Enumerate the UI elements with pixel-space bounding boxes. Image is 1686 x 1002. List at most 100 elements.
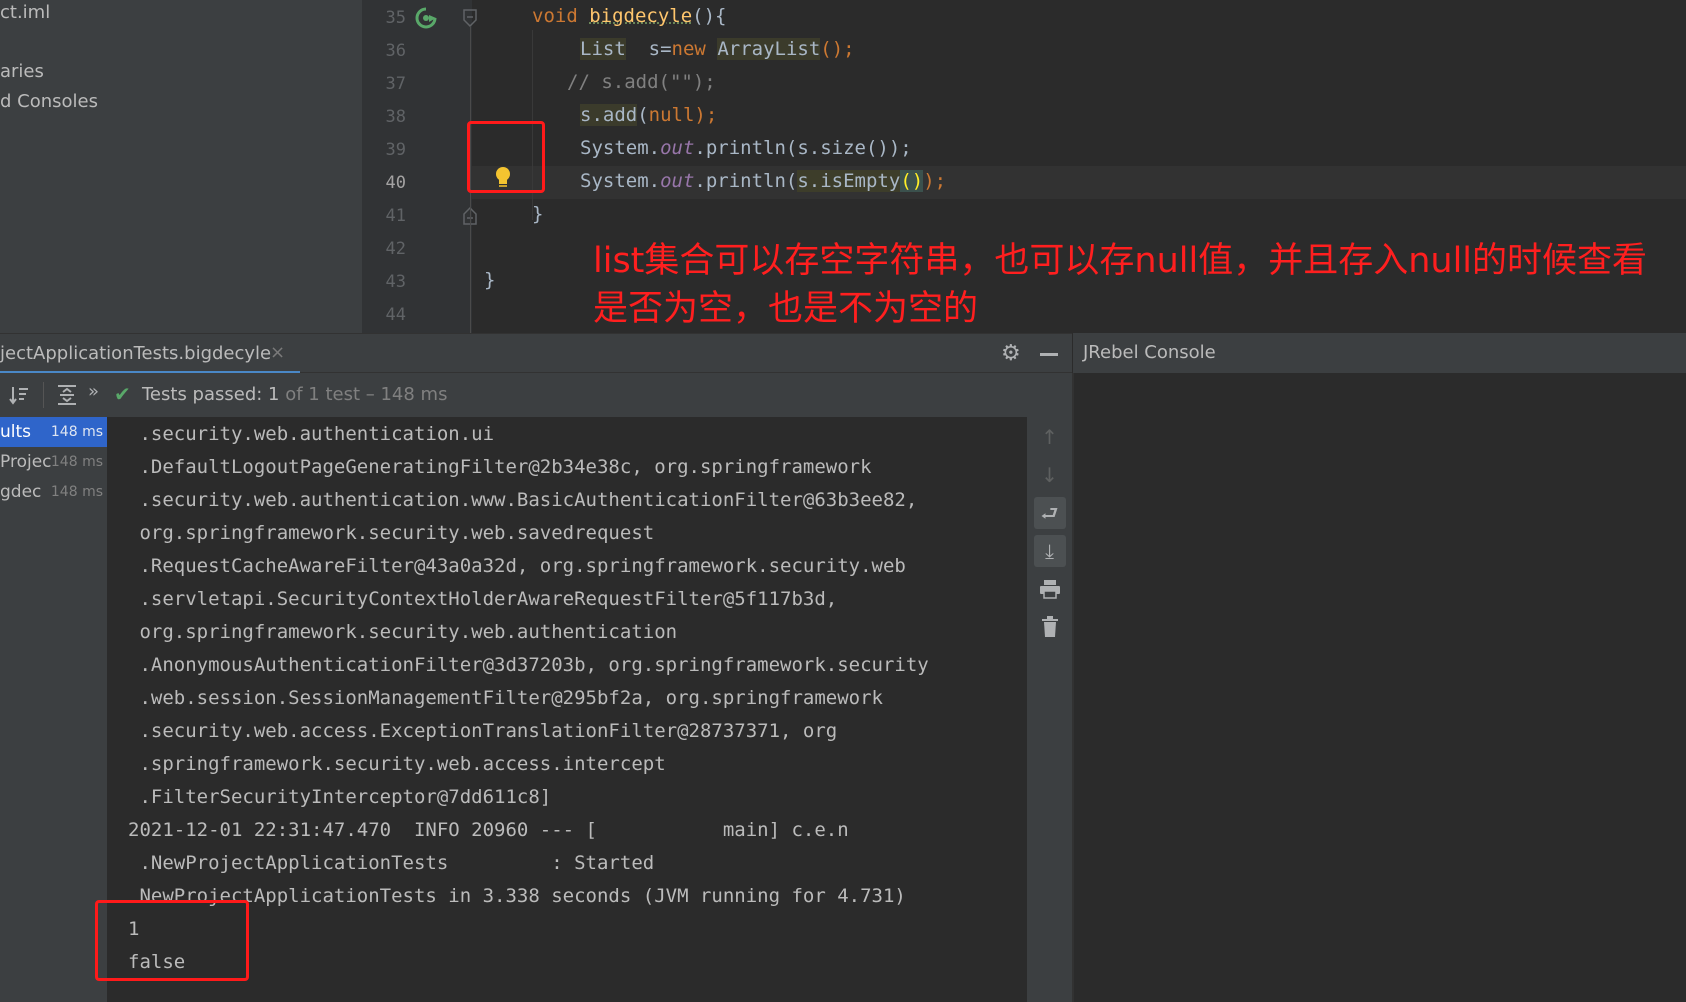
code-token: out	[660, 170, 695, 192]
tree-item-label: ults	[0, 422, 32, 442]
more-chevron-icon[interactable]: »	[88, 381, 99, 402]
console-line: .servletapi.SecurityContextHolderAwareRe…	[128, 588, 838, 610]
arrow-down-icon[interactable]: ↓	[1027, 463, 1072, 487]
console-line: .web.session.SessionManagementFilter@295…	[128, 687, 883, 709]
project-item-libraries[interactable]: aries	[0, 61, 44, 82]
code-token: ();	[820, 38, 855, 60]
tests-passed-label: Tests passed: 1	[142, 384, 280, 405]
tree-item-time: 148 ms	[50, 424, 103, 440]
run-tab-label: jectApplicationTests.bigdecyle	[0, 343, 272, 364]
highlight-box-output	[95, 900, 249, 981]
code-token: ArrayList	[717, 38, 821, 60]
tests-passed-status: Tests passed: 1 of 1 test – 148 ms	[142, 384, 447, 405]
code-line-36: List s=new ArrayList();	[580, 38, 855, 60]
code-line-43: }	[484, 269, 496, 291]
console-line: .security.web.access.ExceptionTranslatio…	[128, 720, 838, 742]
console-line: org.springframework.security.web.savedre…	[128, 522, 655, 544]
line-number: 36	[385, 41, 406, 61]
line-number: 44	[385, 305, 406, 325]
console-line: .FilterSecurityInterceptor@7dd611c8]	[128, 786, 552, 808]
gear-icon[interactable]: ⚙	[1001, 341, 1021, 366]
console-line: .NewProjectApplicationTests : Started	[128, 852, 655, 874]
console-line: 2021-12-01 22:31:47.470 INFO 20960 --- […	[128, 819, 849, 841]
code-line-35: void bigdecyle(){	[532, 5, 727, 27]
close-icon[interactable]: ×	[270, 342, 285, 363]
check-icon: ✔	[114, 382, 131, 406]
highlight-box-lightbulb	[467, 121, 545, 193]
code-line-40: System.out.println(s.isEmpty());	[580, 170, 946, 192]
code-token: );	[923, 170, 947, 192]
run-tab[interactable]: jectApplicationTests.bigdecyle ×	[0, 334, 300, 374]
code-token: (){	[692, 5, 727, 27]
code-line-41: }	[532, 203, 544, 225]
code-token: (	[637, 104, 649, 126]
code-token: List	[580, 38, 626, 60]
arrow-up-icon[interactable]: ↑	[1027, 425, 1072, 449]
project-item-iml[interactable]: ct.iml	[0, 2, 50, 23]
code-token: System.	[580, 170, 661, 192]
test-results-tree: ults 148 ms Projec 148 ms gdec 148 ms	[0, 417, 107, 1002]
editor-gutter: 35 36 37 38 39 40 41 42 43 44	[362, 0, 477, 333]
run-toolbar: » ✔ Tests passed: 1 of 1 test – 148 ms	[0, 373, 1072, 417]
project-item-scratches-consoles[interactable]: d Consoles	[0, 91, 98, 112]
annotation-text: list集合可以存空字符串，也可以存null值，并且存入null的时候查看 是否…	[593, 237, 1683, 333]
toolbar-separator	[43, 382, 44, 408]
line-number: 39	[385, 140, 406, 160]
project-panel: ct.iml aries d Consoles	[0, 0, 362, 333]
tree-item-label: gdec	[0, 482, 42, 502]
jrebel-console-header: JRebel Console	[1072, 333, 1686, 373]
minimize-icon[interactable]	[1040, 353, 1058, 356]
annotation-line: list集合可以存空字符串，也可以存null值，并且存入null的时候查看	[593, 241, 1648, 281]
code-token: s=	[625, 38, 672, 60]
tree-item-time: 148 ms	[50, 484, 103, 500]
line-number: 37	[385, 74, 406, 94]
annotation-line: 是否为空，也是不为空的	[593, 289, 979, 329]
tree-item-time: 148 ms	[50, 454, 103, 470]
console-line: .AnonymousAuthenticationFilter@3d37203b,…	[128, 654, 929, 676]
code-token: bigdecyle	[589, 5, 693, 27]
expand-all-icon[interactable]	[56, 384, 78, 406]
line-number: 42	[385, 239, 406, 259]
code-token: s.isEmpty	[797, 170, 901, 192]
console-side-toolbar: ↑ ↓ ⮐ ⤓	[1027, 417, 1072, 1002]
console-line: .DefaultLogoutPageGeneratingFilter@2b34e…	[128, 456, 872, 478]
console-line: .security.web.authentication.www.BasicAu…	[128, 489, 918, 511]
code-token: void	[532, 5, 578, 27]
run-window-header: jectApplicationTests.bigdecyle × ⚙	[0, 333, 1072, 374]
code-token: out	[660, 137, 695, 159]
trash-icon[interactable]	[1041, 616, 1059, 638]
line-number: 40	[385, 173, 406, 193]
soft-wrap-icon[interactable]: ⮐	[1027, 497, 1072, 529]
line-number: 41	[385, 206, 406, 226]
tree-item-project-tests[interactable]: Projec 148 ms	[0, 447, 107, 477]
console-line: .security.web.authentication.ui	[128, 423, 495, 445]
console-line: .RequestCacheAwareFilter@43a0a32d, org.s…	[128, 555, 906, 577]
code-line-38: s.add(null);	[580, 104, 717, 126]
code-line-39: System.out.println(s.size());	[580, 137, 912, 159]
tree-item-label: Projec	[0, 452, 52, 472]
line-number: 38	[385, 107, 406, 127]
code-line-37: // s.add("");	[567, 71, 716, 93]
print-icon[interactable]	[1039, 579, 1061, 599]
jrebel-console-body[interactable]	[1072, 373, 1686, 1002]
jrebel-console-title[interactable]: JRebel Console	[1083, 342, 1216, 363]
code-token: .println(s.size());	[694, 137, 912, 159]
code-token: ()	[900, 170, 924, 192]
tests-passed-detail: of 1 test – 148 ms	[279, 384, 448, 405]
code-token: new	[671, 38, 706, 60]
code-token: System.	[580, 137, 661, 159]
scroll-to-end-icon[interactable]: ⤓	[1027, 535, 1072, 567]
run-test-gutter-icon[interactable]	[415, 7, 437, 29]
console-line: .springframework.security.web.access.int…	[128, 753, 666, 775]
code-token: .println(	[694, 170, 798, 192]
line-number: 35	[385, 8, 406, 28]
tree-item-results[interactable]: ults 148 ms	[0, 417, 107, 447]
sort-icon[interactable]	[8, 384, 30, 406]
fold-marker-icon[interactable]	[463, 9, 477, 27]
code-token: null	[648, 104, 695, 126]
code-token: s.add	[580, 104, 638, 126]
tree-item-bigdecyle[interactable]: gdec 148 ms	[0, 477, 107, 507]
line-number: 43	[385, 272, 406, 292]
code-token: );	[694, 104, 718, 126]
console-line: org.springframework.security.web.authent…	[128, 621, 678, 643]
